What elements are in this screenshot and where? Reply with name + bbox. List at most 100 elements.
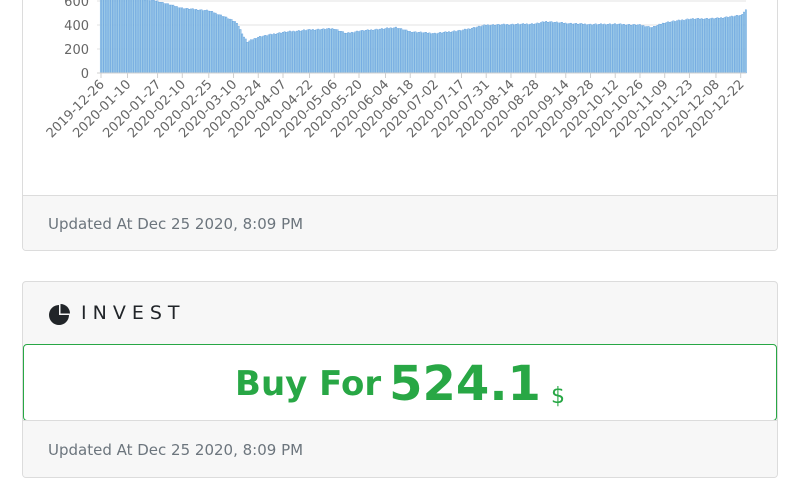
price-bar [702, 19, 705, 74]
price-bar [283, 31, 286, 74]
price-bar [603, 23, 606, 74]
price-bar [163, 3, 166, 74]
price-bar [403, 29, 406, 74]
price-bar [518, 24, 521, 74]
price-bar [492, 24, 495, 74]
price-bar [684, 19, 687, 74]
price-bar [494, 25, 496, 74]
price-bar [237, 26, 240, 74]
price-bar [506, 24, 509, 74]
price-bar [239, 29, 242, 74]
price-bar [730, 15, 733, 74]
price-bar [289, 30, 291, 74]
price-bar [631, 24, 634, 74]
price-bar [264, 35, 267, 74]
price-bar [352, 32, 355, 74]
price-bar [683, 20, 685, 74]
price-bar [137, 0, 139, 74]
price-bar [216, 14, 219, 74]
price-bar [732, 16, 735, 74]
y-tick-label: 0 [81, 67, 89, 82]
price-bar [230, 19, 233, 74]
price-bar [334, 29, 337, 74]
price-bar [555, 21, 558, 74]
price-bar [165, 3, 168, 74]
price-bar [578, 23, 581, 74]
price-bar [188, 9, 191, 74]
price-bar [451, 31, 454, 74]
price-bar [262, 35, 265, 74]
price-bar [377, 29, 380, 74]
price-bar [520, 23, 523, 74]
price-bar [605, 24, 608, 74]
price-bar [126, 0, 129, 74]
price-bar [107, 0, 109, 74]
price-bar [389, 27, 392, 74]
price-bar [202, 10, 205, 74]
price-bar [200, 9, 203, 74]
price-bar [444, 31, 447, 74]
price-bar [145, 0, 148, 74]
price-bar [463, 28, 466, 74]
price-bar [396, 28, 399, 74]
price-bar [610, 24, 613, 74]
price-bar [161, 2, 164, 74]
buy-label: Buy For [235, 364, 382, 404]
price-bar [647, 26, 650, 74]
price-bar [402, 29, 404, 74]
price-bar [456, 30, 459, 74]
price-bar [430, 33, 433, 74]
price-bar [290, 31, 293, 74]
price-bar [320, 29, 323, 74]
updated-at-text: Updated At Dec 25 2020, 8:09 PM [48, 441, 304, 459]
price-bar [608, 23, 611, 74]
buy-for-button[interactable]: Buy For 524.1 $ [23, 344, 777, 421]
price-bar [255, 38, 258, 74]
price-bar [596, 24, 599, 74]
price-bar [368, 30, 371, 74]
price-bar [644, 26, 647, 74]
price-bar [303, 29, 305, 74]
price-history-card: 02004006008002019-12-262020-01-102020-01… [22, 0, 778, 251]
price-bar [218, 14, 221, 74]
price-bar [426, 32, 429, 74]
price-bar [441, 32, 443, 74]
price-bar [409, 31, 411, 74]
price-bar [363, 30, 366, 74]
price-bar [691, 18, 694, 74]
price-bar [423, 32, 426, 74]
price-bar [101, 0, 104, 74]
price-bar [580, 23, 583, 74]
price-bar [103, 0, 106, 74]
price-bar [112, 0, 115, 74]
price-bar [525, 23, 528, 74]
price-bar [485, 25, 487, 74]
price-bar [241, 33, 244, 74]
price-bar [292, 30, 295, 74]
price-bar [271, 34, 274, 74]
price-bar [502, 23, 505, 74]
price-bar [501, 24, 503, 74]
price-bar [743, 11, 745, 74]
price-bar [421, 32, 424, 74]
price-bar [504, 24, 507, 74]
price-bar [642, 25, 645, 74]
price-bar [419, 31, 422, 74]
price-bar [513, 24, 516, 74]
price-bar [531, 23, 533, 74]
price-bar [308, 29, 311, 74]
price-bar [562, 23, 565, 74]
price-bar [382, 28, 385, 74]
price-bar [458, 29, 461, 74]
price-bar [331, 28, 334, 74]
price-bar [460, 30, 463, 74]
price-chart: 02004006008002019-12-262020-01-102020-01… [23, 0, 777, 196]
price-bar [478, 25, 480, 74]
price-bar [253, 38, 256, 74]
price-bar [119, 0, 122, 74]
price-bar [236, 23, 238, 74]
price-bar [573, 23, 576, 74]
price-bar [739, 15, 742, 74]
price-bar [317, 28, 320, 74]
price-bar [133, 0, 136, 74]
